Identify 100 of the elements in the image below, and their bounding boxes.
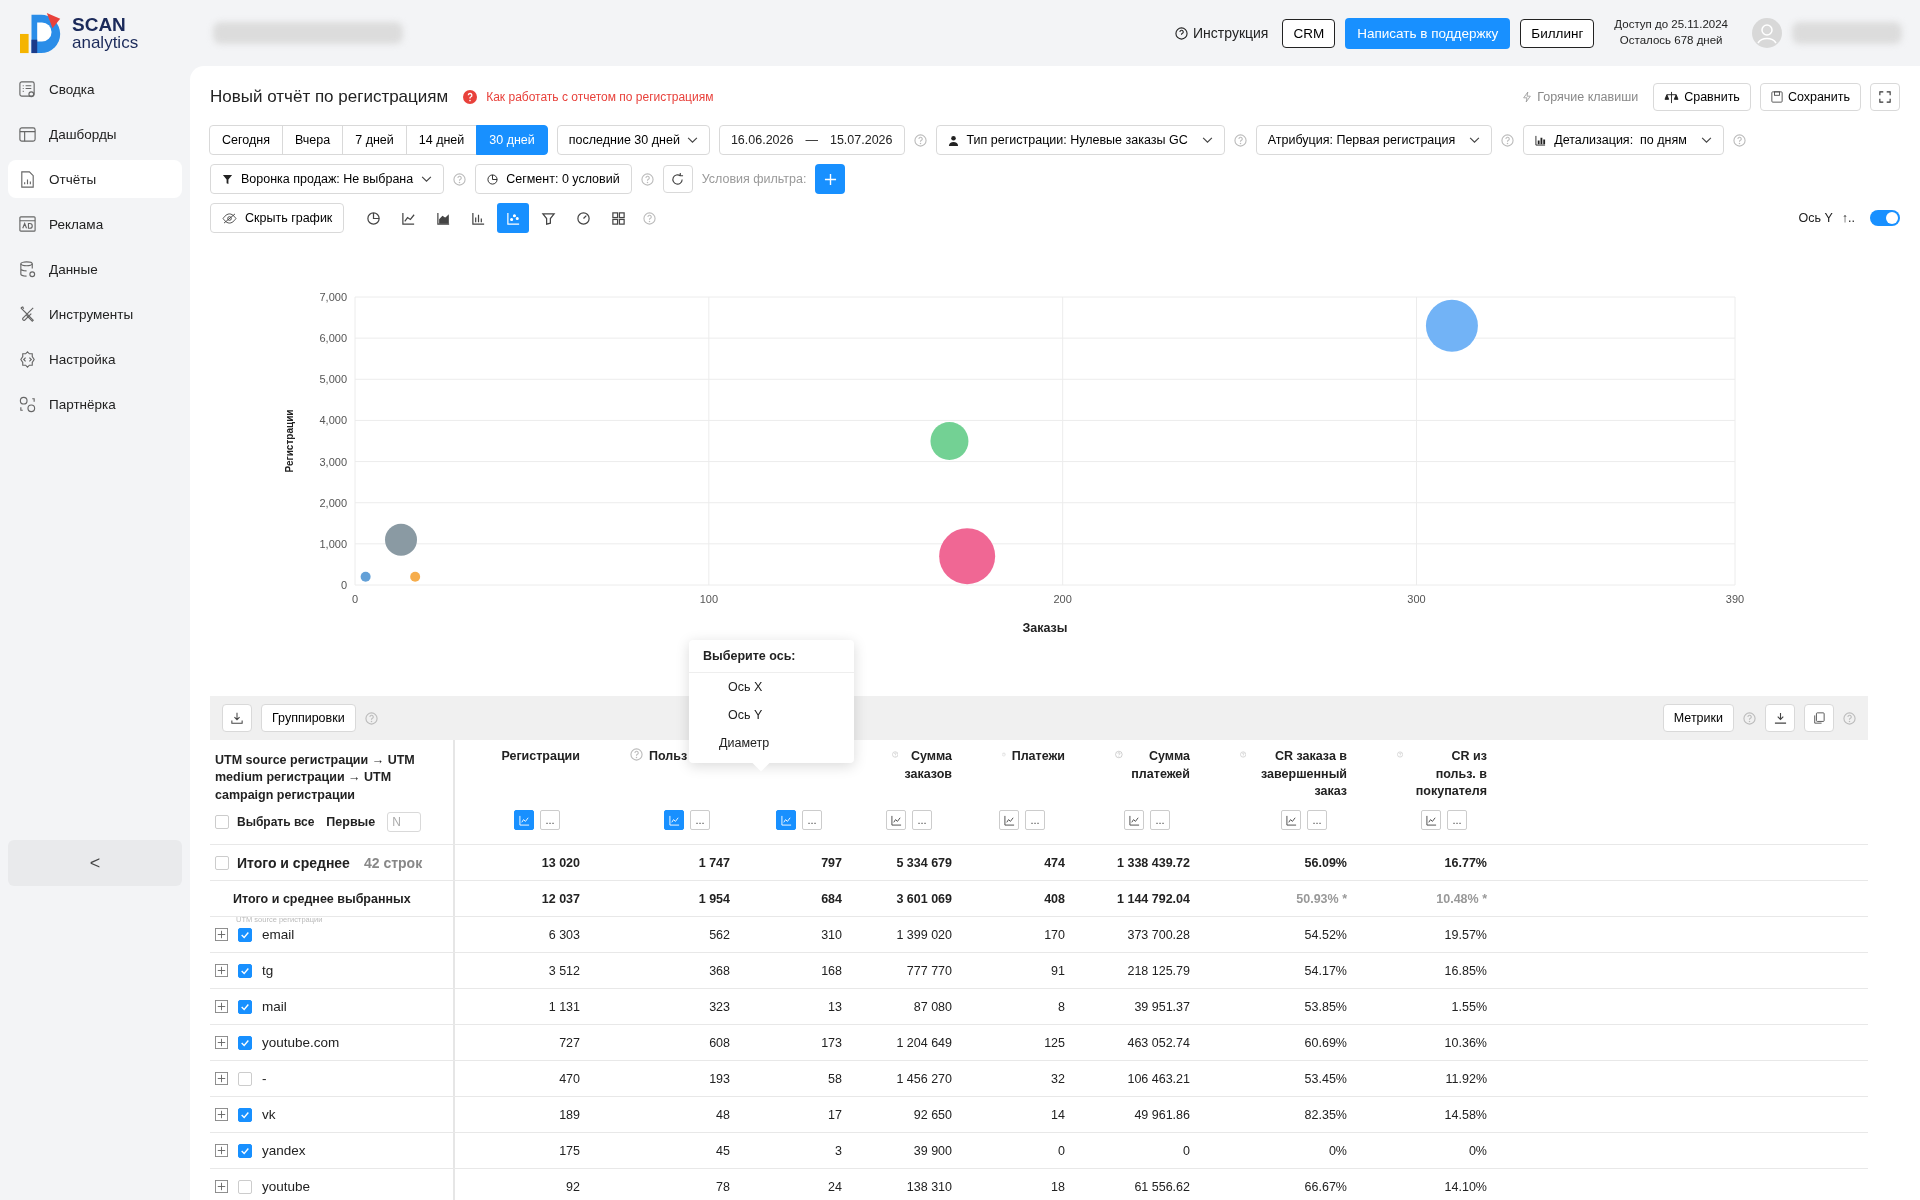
source-name: - (262, 1071, 267, 1086)
period-dropdown[interactable]: последние 30 дней (556, 125, 710, 155)
column-menu-button[interactable]: ... (1307, 810, 1327, 830)
total-cell: 1 954 (698, 891, 730, 906)
period-tab[interactable]: 14 дней (405, 125, 478, 155)
expand-icon[interactable] (215, 1144, 228, 1157)
expand-icon[interactable] (215, 1072, 228, 1085)
table-cell: 3 512 (548, 963, 580, 978)
period-tab[interactable]: 7 дней (342, 125, 407, 155)
crm-button[interactable]: CRM (1282, 18, 1336, 48)
table-cell: 87 080 (913, 999, 952, 1014)
expand-icon[interactable] (215, 1180, 228, 1193)
period-tab[interactable]: Вчера (281, 125, 344, 155)
checkbox[interactable] (238, 1143, 252, 1158)
sidebar-item[interactable]: Партнёрка (8, 385, 182, 423)
column-menu-button[interactable]: ... (912, 810, 932, 830)
refresh-button[interactable] (662, 165, 693, 193)
sidebar-item[interactable]: Данные (8, 250, 182, 288)
x-tick-label: 0 (351, 593, 359, 605)
column-header: Польз (649, 748, 688, 765)
segment-button[interactable]: Сегмент: 0 условий (475, 164, 632, 194)
total-cell: 797 (821, 855, 842, 870)
expand-icon[interactable] (215, 928, 228, 941)
checkbox[interactable] (238, 927, 252, 942)
checkbox[interactable] (238, 963, 252, 978)
add-filter-button[interactable] (815, 164, 846, 194)
report-help-link[interactable]: Как работать с отчетом по регистрациям (486, 90, 714, 104)
save-button[interactable]: Сохранить (1759, 83, 1861, 111)
sidebar-item[interactable]: Реклама (8, 205, 182, 243)
table-cell: 91 (1051, 963, 1065, 978)
total-cell: 10.48% * (1436, 891, 1487, 906)
checkbox[interactable] (215, 815, 229, 830)
column-menu-button[interactable]: ... (1025, 810, 1045, 830)
table-cell: 60.69% (1304, 1035, 1347, 1050)
checkbox[interactable] (238, 1035, 252, 1050)
download-button[interactable] (222, 704, 252, 732)
compare-button[interactable]: Сравнить (1653, 83, 1751, 111)
column-chart-button[interactable] (1421, 810, 1441, 830)
y-tick-label: 4,000 (319, 414, 347, 427)
period-tab[interactable]: Сегодня (209, 125, 283, 155)
column-menu-button[interactable]: ... (802, 810, 822, 830)
checkbox[interactable] (238, 999, 252, 1014)
export-button[interactable] (1765, 704, 1795, 732)
column-menu-button[interactable]: ... (1150, 810, 1170, 830)
table-cell: 727 (559, 1035, 580, 1050)
y-tick-label: 6,000 (319, 332, 347, 345)
hide-chart-button[interactable]: Скрыть график (210, 203, 345, 233)
column-chart-button[interactable] (514, 810, 534, 830)
date-range-field[interactable]: 16.06.2026 — 15.07.2026 (718, 125, 905, 155)
filter-dropdown[interactable]: Атрибуция: Первая регистрация (1255, 125, 1493, 155)
metrics-button[interactable]: Метрики (1662, 704, 1734, 732)
source-name: tg (262, 963, 274, 978)
fullscreen-button[interactable] (1870, 83, 1900, 111)
sidebar-item[interactable]: Отчёты (8, 160, 182, 198)
help-icon (1175, 26, 1189, 40)
filter-dropdown[interactable]: Детализация: по дням (1523, 125, 1724, 155)
sidebar-item[interactable]: Инструменты (8, 295, 182, 333)
column-chart-button[interactable] (1281, 810, 1301, 830)
bubble (410, 571, 421, 582)
total-cell: 1 144 792.04 (1117, 891, 1190, 906)
ads-window-icon (18, 214, 37, 234)
collapse-sidebar-button[interactable]: < (8, 840, 182, 886)
sidebar-item[interactable]: Дашборды (8, 115, 182, 153)
first-n-field[interactable]: N (387, 812, 422, 833)
column-menu-button[interactable]: ... (690, 810, 710, 830)
sidebar-label: Партнёрка (49, 396, 116, 412)
column-chart-button[interactable] (776, 810, 796, 830)
axis-menu-option[interactable]: Ось Y (689, 701, 854, 729)
column-chart-button[interactable] (999, 810, 1019, 830)
checkbox[interactable] (215, 855, 229, 870)
database-icon (18, 259, 37, 279)
axis-menu-option[interactable]: Ось X (689, 673, 854, 701)
column-menu-button[interactable]: ... (1447, 810, 1467, 830)
column-chart-button[interactable] (886, 810, 906, 830)
groupings-button[interactable]: Группировки (261, 704, 356, 732)
column-menu-button[interactable]: ... (540, 810, 560, 830)
table-cell: 14.58% (1444, 1107, 1487, 1122)
checkbox[interactable] (238, 1071, 252, 1086)
funnel-dropdown[interactable]: Воронка продаж: Не выбрана (210, 164, 445, 194)
sidebar-item[interactable]: Сводка (8, 70, 182, 108)
column-chart-button[interactable] (1124, 810, 1144, 830)
expand-icon[interactable] (215, 1108, 228, 1121)
table-cell: 1 456 270 (896, 1071, 952, 1086)
checkbox[interactable] (238, 1107, 252, 1122)
axis-toggle[interactable] (1870, 210, 1900, 226)
copy-button[interactable] (1804, 704, 1834, 732)
sidebar-label: Реклама (49, 216, 104, 232)
column-chart-button[interactable] (664, 810, 684, 830)
expand-icon[interactable] (215, 1036, 228, 1049)
filter-dropdown[interactable]: Тип регистрации: Нулевые заказы GC (935, 125, 1225, 155)
sidebar-item[interactable]: Настройка (8, 340, 182, 378)
table-cell: 470 (559, 1071, 580, 1086)
table-cell: 193 (709, 1071, 730, 1086)
expand-icon[interactable] (215, 1000, 228, 1013)
instructions-link[interactable]: Инструкция (1175, 25, 1269, 41)
billing-button[interactable]: Биллинг (1520, 18, 1595, 48)
expand-icon[interactable] (215, 964, 228, 977)
axis-menu-option[interactable]: Диаметр (689, 729, 854, 757)
checkbox[interactable] (238, 1179, 252, 1194)
eye-off-icon (222, 212, 237, 224)
